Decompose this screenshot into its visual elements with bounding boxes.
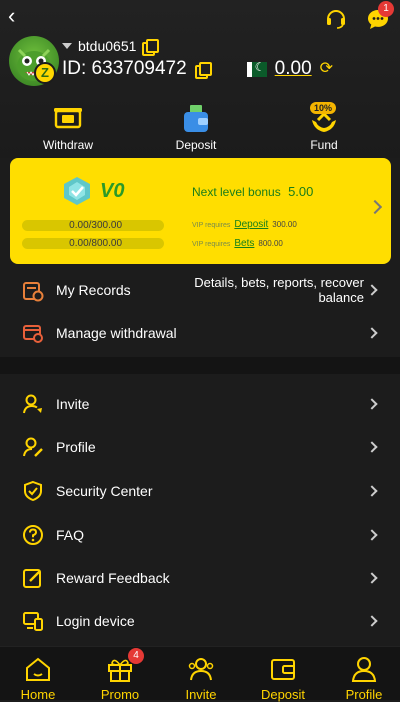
- bets-progress-text: 0.00/800.00: [69, 238, 122, 249]
- menu-item-label: My Records: [56, 282, 131, 298]
- menu-item-faq[interactable]: FAQ: [0, 513, 400, 557]
- menu-item-my-records[interactable]: My Records Details, bets, reports, recov…: [0, 268, 400, 312]
- chevron-right-icon: [366, 529, 378, 541]
- records-desc-line2: balance: [318, 290, 364, 305]
- vip-gem-icon: [64, 177, 90, 205]
- deposit-progress-bar: 0.00/300.00: [22, 220, 164, 231]
- menu-item-profile[interactable]: Profile: [0, 425, 400, 469]
- bets-progress-bar: 0.00/800.00: [22, 238, 164, 249]
- user-id: ID: 633709472: [62, 58, 187, 79]
- feedback-edit-icon: [23, 569, 41, 588]
- promo-badge: 4: [128, 648, 144, 664]
- deposit-requirement-value: 300.00: [272, 220, 297, 229]
- next-level-bonus: Next level bonus 5.00: [192, 184, 313, 199]
- chevron-right-icon: [366, 398, 378, 410]
- deposit-link[interactable]: Deposit: [234, 219, 268, 230]
- question-icon: [23, 525, 43, 545]
- menu-item-label: Manage withdrawal: [56, 325, 177, 341]
- chevron-right-icon: [366, 327, 378, 339]
- invite-icon: [23, 394, 42, 414]
- chevron-right-icon: [366, 441, 378, 453]
- vip-card[interactable]: V0 Next level bonus 5.00 0.00/300.00 0.0…: [10, 158, 391, 264]
- tab-profile[interactable]: Profile: [329, 647, 399, 702]
- person-icon: [351, 657, 377, 682]
- wallet-icon: [271, 659, 295, 680]
- message-badge: 1: [378, 1, 394, 17]
- vip-requires-label: VIP requires: [192, 222, 231, 229]
- profile-edit-icon: [23, 437, 43, 457]
- tab-deposit[interactable]: Deposit: [248, 647, 318, 702]
- chevron-right-icon: [366, 572, 378, 584]
- bets-requirement: VIP requires Bets 800.00: [192, 238, 283, 249]
- chevron-right-icon: [366, 485, 378, 497]
- tab-home[interactable]: Home: [3, 647, 73, 702]
- deposit-button[interactable]: Deposit: [156, 104, 236, 152]
- bottom-nav: Home Promo Invite Deposit Profile: [0, 646, 400, 702]
- chevron-right-icon: [366, 615, 378, 627]
- vip-z-badge-icon: Z: [34, 62, 56, 84]
- menu-item-invite[interactable]: Invite: [0, 382, 400, 426]
- vip-level: V0: [100, 180, 125, 202]
- customer-support-icon[interactable]: [324, 6, 348, 30]
- deposit-label: Deposit: [175, 138, 217, 152]
- menu-item-security-center[interactable]: Security Center: [0, 469, 400, 513]
- next-level-bonus-label: Next level bonus: [192, 185, 281, 199]
- fund-badge: 10%: [310, 102, 337, 114]
- username-row: btdu0651: [62, 38, 160, 56]
- withdraw-label: Withdraw: [42, 138, 93, 152]
- deposit-progress-text: 0.00/300.00: [69, 220, 122, 231]
- menu-item-login-device[interactable]: Login device: [0, 599, 400, 643]
- chevron-right-icon: [367, 199, 383, 215]
- menu-item-label: Login device: [56, 613, 135, 629]
- withdraw-button[interactable]: Withdraw: [28, 104, 108, 152]
- vip-requires-label: VIP requires: [192, 241, 231, 248]
- withdraw-icon: [54, 108, 82, 129]
- caret-down-icon[interactable]: [62, 43, 72, 49]
- tab-invite[interactable]: Invite: [166, 647, 236, 702]
- user-id-row: ID: 633709472 0.00 ⟳: [62, 58, 336, 80]
- bets-link[interactable]: Bets: [234, 238, 254, 249]
- username: btdu0651: [78, 38, 137, 54]
- profile-header: ‹ 1 Z btdu0651 ID: 633709472 ☾ 0.00 ⟳ Wi…: [0, 0, 400, 158]
- menu-item-label: FAQ: [56, 527, 85, 543]
- menu-item-reward-feedback[interactable]: Reward Feedback: [0, 556, 400, 600]
- shield-icon: [24, 480, 42, 502]
- refresh-balance-icon[interactable]: ⟳: [320, 61, 336, 77]
- bets-requirement-value: 800.00: [258, 239, 283, 248]
- device-icon: [23, 612, 43, 631]
- records-description: Details, bets, reports, recover balance: [194, 275, 364, 305]
- menu-item-label: Reward Feedback: [56, 570, 170, 586]
- pakistan-flag-icon: [246, 60, 267, 77]
- menu-item-label: Security Center: [56, 483, 153, 499]
- balance-value: 0.00: [274, 58, 312, 79]
- group-icon: [188, 658, 214, 681]
- manage-withdrawal-icon: [23, 325, 43, 343]
- copy-username-icon[interactable]: [142, 39, 160, 56]
- menu-item-label: Invite: [56, 396, 90, 412]
- records-icon: [23, 282, 44, 302]
- menu-item-label: Profile: [56, 439, 96, 455]
- home-icon: [26, 657, 50, 681]
- fund-label: Fund: [310, 138, 338, 152]
- chevron-right-icon: [366, 284, 378, 296]
- records-desc-line1: Details, bets, reports, recover: [194, 275, 364, 290]
- deposit-wallet-icon: [184, 105, 208, 132]
- next-level-bonus-value: 5.00: [288, 184, 314, 199]
- section-divider: [0, 357, 400, 374]
- menu-item-manage-withdrawal[interactable]: Manage withdrawal: [0, 311, 400, 355]
- copy-id-icon[interactable]: [194, 62, 212, 79]
- fund-button[interactable]: 10% Fund: [284, 102, 364, 152]
- back-icon[interactable]: ‹: [8, 5, 28, 27]
- deposit-requirement: VIP requires Deposit 300.00: [192, 219, 297, 230]
- tab-promo[interactable]: Promo: [85, 647, 155, 702]
